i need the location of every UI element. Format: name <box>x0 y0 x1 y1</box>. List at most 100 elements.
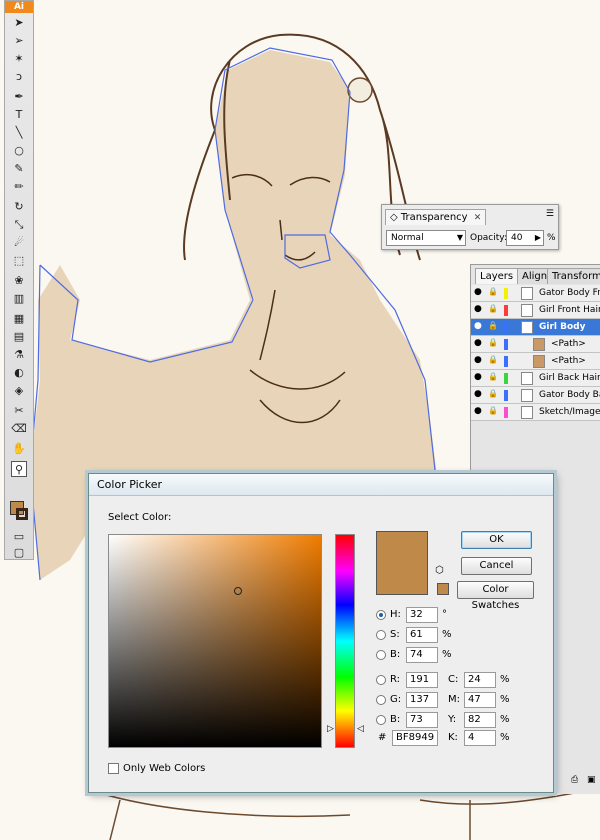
blend-mode-select[interactable]: Normal ▼ <box>386 230 466 246</box>
layer-row[interactable]: ● 🔒 Gator Body Front <box>471 285 600 302</box>
layer-row[interactable]: ● 🔒 Girl Body <box>471 319 600 336</box>
hue-input[interactable]: 32 <box>406 607 438 623</box>
layer-name: Girl Body <box>539 322 586 332</box>
lock-icon[interactable]: 🔒 <box>488 338 498 347</box>
only-web-colors-label: Only Web Colors <box>123 763 206 774</box>
brightness-radio[interactable] <box>376 650 386 660</box>
close-icon[interactable]: ✕ <box>474 213 482 223</box>
cyan-input[interactable]: 24 <box>464 672 496 688</box>
visibility-eye-icon[interactable]: ● <box>474 304 482 314</box>
yellow-unit: % <box>500 714 510 725</box>
warp-tool-icon[interactable]: ☄ <box>11 235 27 251</box>
flower-hair-decoration <box>347 77 373 103</box>
brightness-label: B: <box>390 649 401 660</box>
visibility-eye-icon[interactable]: ● <box>474 355 482 365</box>
cyan-field-row: C: 24 % <box>448 672 528 688</box>
tab-transparency[interactable]: ◇ Transparency ✕ <box>385 209 487 225</box>
gamut-color-swatch[interactable] <box>437 583 449 595</box>
layer-row[interactable]: ● 🔒 Girl Back Hair <box>471 370 600 387</box>
brightness-input[interactable]: 74 <box>406 647 438 663</box>
lasso-tool-icon[interactable]: ↄ <box>11 69 27 85</box>
layer-thumbnail <box>521 321 533 334</box>
color-swatches-button[interactable]: Color Swatches <box>457 581 534 611</box>
paintbrush-tool-icon[interactable]: ✎ <box>11 161 27 177</box>
hue-slider[interactable] <box>335 534 355 748</box>
column-graph-tool-icon[interactable]: ▥ <box>11 291 27 307</box>
hue-radio[interactable] <box>376 610 386 620</box>
only-web-colors-checkbox[interactable] <box>108 763 119 774</box>
tab-transform[interactable]: Transform <box>547 268 600 284</box>
cancel-button[interactable]: Cancel <box>461 557 532 575</box>
selection-tool-icon[interactable]: ➤ <box>11 15 27 31</box>
green-radio[interactable] <box>376 695 386 705</box>
layer-row[interactable]: ● 🔒 Sketch/Image <box>471 404 600 421</box>
gradient-tool-icon[interactable]: ▤ <box>11 329 27 345</box>
hex-input[interactable]: BF8949 <box>392 730 438 746</box>
panel-footer-icon[interactable]: ⎙ <box>571 775 578 785</box>
pencil-tool-icon[interactable]: ✏ <box>11 179 27 195</box>
lock-icon[interactable]: 🔒 <box>488 389 498 398</box>
scale-tool-icon[interactable]: ⤡ <box>11 217 27 233</box>
color-mode-icon[interactable]: ▭ <box>11 529 27 545</box>
magenta-input[interactable]: 47 <box>464 692 496 708</box>
blue-input[interactable]: 73 <box>406 712 438 728</box>
magic-wand-tool-icon[interactable]: ✶ <box>11 51 27 67</box>
live-paint-tool-icon[interactable]: ◈ <box>11 383 27 399</box>
red-radio[interactable] <box>376 675 386 685</box>
yellow-input[interactable]: 82 <box>464 712 496 728</box>
line-tool-icon[interactable]: ╲ <box>11 125 27 141</box>
hand-tool-icon[interactable]: ✋ <box>11 441 27 457</box>
panel-menu-icon[interactable]: ☰ <box>546 209 554 219</box>
green-input[interactable]: 137 <box>406 692 438 708</box>
black-field-row: K: 4 % <box>448 730 528 746</box>
visibility-eye-icon[interactable]: ● <box>474 287 482 297</box>
out-of-gamut-cube-icon[interactable]: ⬡ <box>435 565 444 576</box>
blue-radio[interactable] <box>376 715 386 725</box>
type-tool-icon[interactable]: T <box>11 107 27 123</box>
screen-mode-icon[interactable]: ▢ <box>11 545 27 561</box>
visibility-eye-icon[interactable]: ● <box>474 321 482 331</box>
color-marker[interactable] <box>234 587 242 595</box>
visibility-eye-icon[interactable]: ● <box>474 372 482 382</box>
rotate-tool-icon[interactable]: ↻ <box>11 199 27 215</box>
ellipse-tool-icon[interactable]: ○ <box>11 143 27 159</box>
slice-tool-icon[interactable]: ✂ <box>11 403 27 419</box>
layer-color-indicator <box>504 305 508 316</box>
black-input[interactable]: 4 <box>464 730 496 746</box>
mesh-tool-icon[interactable]: ▦ <box>11 311 27 327</box>
new-layer-icon[interactable]: ▣ <box>587 775 596 785</box>
visibility-eye-icon[interactable]: ● <box>474 389 482 399</box>
blend-tool-icon[interactable]: ◐ <box>11 365 27 381</box>
layer-name: <Path> <box>551 356 586 366</box>
lock-icon[interactable]: 🔒 <box>488 287 498 296</box>
pen-tool-icon[interactable]: ✒ <box>11 89 27 105</box>
red-input[interactable]: 191 <box>406 672 438 688</box>
lock-icon[interactable]: 🔒 <box>488 304 498 313</box>
layer-row[interactable]: ● 🔒 <Path> <box>471 336 600 353</box>
zoom-tool-icon[interactable]: ⚲ <box>11 461 27 477</box>
hue-slider-left-arrow-icon[interactable]: ▷ <box>327 724 334 734</box>
free-transform-tool-icon[interactable]: ⬚ <box>11 253 27 269</box>
hue-slider-right-arrow-icon[interactable]: ◁ <box>357 724 364 734</box>
stroke-color-swatch[interactable] <box>16 508 28 520</box>
eyedropper-tool-icon[interactable]: ⚗ <box>11 347 27 363</box>
opacity-input[interactable]: 40 ▶ <box>506 230 544 246</box>
saturation-input[interactable]: 61 <box>406 627 438 643</box>
lock-icon[interactable]: 🔒 <box>488 406 498 415</box>
lock-icon[interactable]: 🔒 <box>488 355 498 364</box>
direct-selection-tool-icon[interactable]: ➢ <box>11 33 27 49</box>
visibility-eye-icon[interactable]: ● <box>474 338 482 348</box>
layer-row[interactable]: ● 🔒 Gator Body Back <box>471 387 600 404</box>
tools-panel: Ai ➤ ➢ ✶ ↄ ✒ T ╲ ○ ✎ ✏ ↻ ⤡ ☄ ⬚ ❀ ▥ ▦ ▤ ⚗… <box>4 0 34 560</box>
eraser-tool-icon[interactable]: ⌫ <box>11 421 27 437</box>
saturation-radio[interactable] <box>376 630 386 640</box>
layer-name: Girl Front Hair <box>539 305 600 315</box>
saturation-brightness-field[interactable] <box>108 534 322 748</box>
ok-button[interactable]: OK <box>461 531 532 549</box>
layer-row[interactable]: ● 🔒 Girl Front Hair <box>471 302 600 319</box>
symbol-sprayer-tool-icon[interactable]: ❀ <box>11 273 27 289</box>
lock-icon[interactable]: 🔒 <box>488 372 498 381</box>
lock-icon[interactable]: 🔒 <box>488 321 498 330</box>
layer-row[interactable]: ● 🔒 <Path> <box>471 353 600 370</box>
visibility-eye-icon[interactable]: ● <box>474 406 482 416</box>
